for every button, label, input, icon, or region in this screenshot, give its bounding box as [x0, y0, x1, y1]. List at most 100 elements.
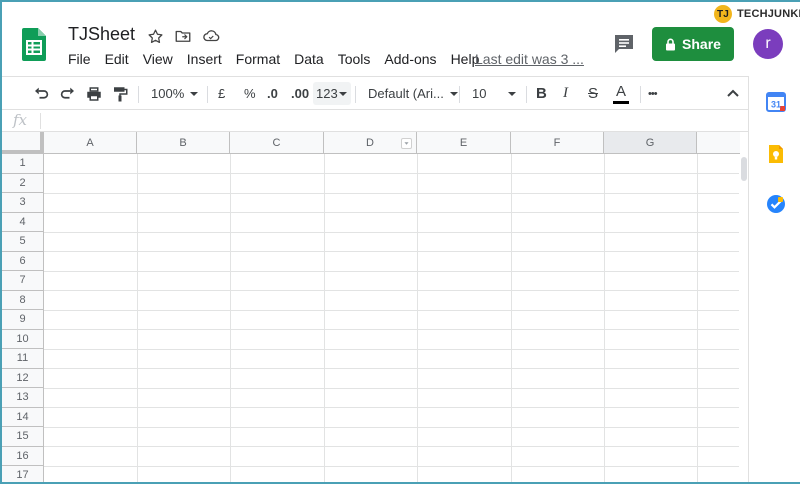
title-actions — [145, 26, 221, 46]
increase-decimal-button[interactable]: .00 — [291, 77, 309, 110]
font-family-select[interactable]: Default (Ari... — [368, 77, 460, 110]
grid-line — [44, 387, 740, 389]
increase-decimal-label: .00 — [291, 86, 310, 101]
select-all-corner[interactable] — [2, 132, 44, 154]
menu-edit[interactable]: Edit — [98, 51, 136, 67]
spreadsheet-grid[interactable]: A B C D E F G 1 2 3 4 5 6 7 8 9 10 11 12… — [2, 132, 740, 482]
comment-history-icon[interactable] — [612, 33, 636, 55]
row-header[interactable]: 2 — [2, 173, 44, 193]
grid-line — [44, 270, 740, 272]
grid-line — [137, 154, 138, 482]
formula-input[interactable] — [46, 110, 736, 131]
grid-line — [230, 154, 231, 482]
strikethrough-button[interactable]: S — [588, 77, 598, 110]
grid-line — [44, 446, 740, 447]
share-button[interactable]: Share — [652, 27, 734, 61]
percent-format-button[interactable]: % — [244, 77, 256, 110]
paint-format-icon[interactable] — [111, 77, 129, 110]
row-header[interactable]: 3 — [2, 193, 44, 213]
text-color-button[interactable]: A — [613, 77, 629, 110]
grid-line — [324, 154, 325, 482]
font-size-select[interactable]: 10 — [472, 77, 518, 110]
fx-label: fx — [13, 111, 28, 129]
undo-icon[interactable] — [32, 77, 50, 110]
column-header-b[interactable]: B — [137, 132, 230, 154]
column-d-filter-dropdown-icon[interactable] — [401, 138, 412, 149]
chevron-down-icon — [190, 91, 199, 96]
menu-insert[interactable]: Insert — [180, 51, 229, 67]
row-header[interactable]: 1 — [2, 154, 44, 174]
row-header[interactable]: 11 — [2, 349, 44, 369]
column-header-c[interactable]: C — [230, 132, 324, 154]
account-avatar[interactable]: r — [753, 29, 783, 59]
print-icon[interactable] — [85, 77, 103, 110]
italic-button[interactable]: I — [563, 77, 568, 110]
row-header[interactable]: 14 — [2, 407, 44, 427]
currency-format-button[interactable]: £ — [218, 77, 225, 110]
grid-line — [44, 231, 740, 233]
svg-text:31: 31 — [771, 100, 781, 110]
collapse-menus-icon[interactable] — [725, 85, 741, 101]
calendar-icon[interactable]: 31 — [766, 92, 786, 112]
toolbar: 100% £ % .0 .00 123 Default (Ari... 10 B… — [2, 76, 748, 110]
chevron-down-icon — [508, 91, 516, 96]
row-header[interactable]: 10 — [2, 329, 44, 349]
tasks-icon[interactable] — [766, 194, 786, 214]
menu-view[interactable]: View — [136, 51, 180, 67]
row-header[interactable]: 15 — [2, 427, 44, 447]
row-header[interactable]: 5 — [2, 232, 44, 252]
brand-watermark: TJ TECHJUNKIE — [714, 5, 800, 23]
grid-line — [44, 407, 740, 408]
bold-button[interactable]: B — [536, 77, 547, 110]
grid-line — [44, 251, 740, 252]
zoom-select[interactable]: 100% — [151, 77, 200, 110]
menu-tools[interactable]: Tools — [331, 51, 378, 67]
brand-logo-icon: TJ — [714, 5, 732, 23]
document-title[interactable]: TJSheet — [68, 24, 135, 45]
more-options-button[interactable]: ••• — [648, 77, 658, 110]
cloud-saved-icon[interactable] — [201, 26, 221, 46]
formula-bar: fx — [2, 110, 748, 132]
sheets-logo-icon[interactable] — [22, 28, 46, 61]
row-header[interactable]: 12 — [2, 368, 44, 388]
grid-line — [44, 173, 740, 174]
grid-line — [44, 309, 740, 311]
row-header[interactable]: 9 — [2, 310, 44, 330]
decrease-decimal-button[interactable]: .0 — [267, 77, 278, 110]
scrollbar-thumb[interactable] — [741, 157, 747, 181]
more-formats-label: 123 — [316, 86, 338, 101]
menu-file[interactable]: File — [61, 51, 98, 67]
column-header-overflow — [697, 132, 740, 154]
more-formats-button[interactable]: 123 — [313, 82, 351, 105]
star-icon[interactable] — [145, 26, 165, 46]
text-color-letter: A — [615, 82, 626, 100]
vertical-scrollbar[interactable] — [739, 154, 748, 482]
row-header[interactable]: 8 — [2, 290, 44, 310]
menu-addons[interactable]: Add-ons — [377, 51, 443, 67]
row-header[interactable]: 7 — [2, 271, 44, 291]
row-header[interactable]: 16 — [2, 446, 44, 466]
menu-format[interactable]: Format — [229, 51, 287, 67]
row-header[interactable]: 13 — [2, 388, 44, 408]
column-header-e[interactable]: E — [417, 132, 511, 154]
grid-line — [44, 348, 740, 350]
row-header[interactable]: 4 — [2, 212, 44, 232]
grid-line — [44, 192, 740, 194]
keep-icon[interactable] — [766, 144, 786, 164]
brand-name: TECHJUNKIE — [735, 8, 800, 20]
row-header[interactable]: 17 — [2, 466, 44, 482]
grid-line — [44, 212, 740, 213]
grid-line — [697, 154, 698, 482]
menu-data[interactable]: Data — [287, 51, 331, 67]
column-header-f[interactable]: F — [511, 132, 604, 154]
move-folder-icon[interactable] — [173, 26, 193, 46]
row-header[interactable]: 6 — [2, 251, 44, 271]
column-d-label: D — [366, 136, 374, 149]
column-header-a[interactable]: A — [44, 132, 137, 154]
lock-icon — [666, 38, 676, 50]
redo-icon[interactable] — [59, 77, 77, 110]
last-edit-link[interactable]: Last edit was 3 ... — [475, 51, 584, 67]
grid-line — [44, 290, 740, 291]
column-header-g[interactable]: G — [604, 132, 697, 154]
menu-bar: File Edit View Insert Format Data Tools … — [61, 51, 486, 67]
